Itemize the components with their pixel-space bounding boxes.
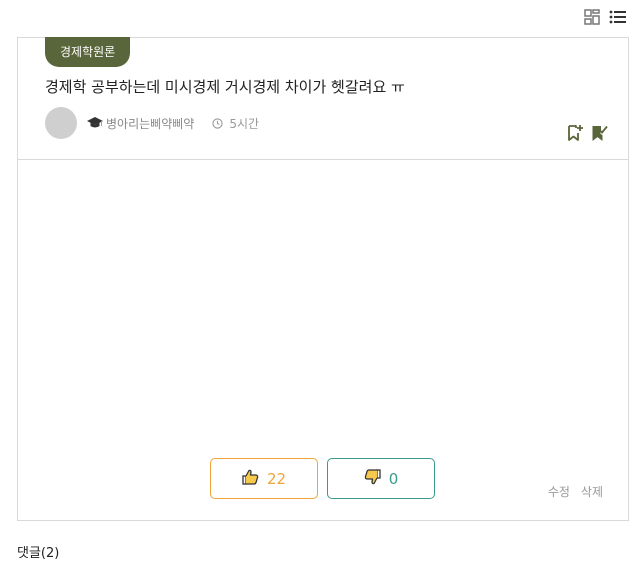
bookmark-add-icon[interactable] bbox=[566, 124, 584, 142]
graduation-cap-icon bbox=[87, 117, 103, 129]
post-card: 경제학원론 경제학 공부하는데 미시경제 거시경제 차이가 헷갈려요 ㅠ 병아리… bbox=[17, 37, 629, 521]
post-title[interactable]: 경제학 공부하는데 미시경제 거시경제 차이가 헷갈려요 ㅠ bbox=[45, 76, 405, 97]
delete-link[interactable]: 삭제 bbox=[581, 483, 603, 500]
edit-link[interactable]: 수정 bbox=[548, 483, 570, 500]
dislike-count: 0 bbox=[388, 469, 399, 488]
clock-icon bbox=[212, 117, 223, 129]
author-name: 병아리는삐약삐약 bbox=[106, 116, 195, 131]
view-toggle bbox=[583, 8, 627, 26]
thumbs-up-icon bbox=[242, 469, 259, 489]
category-tag[interactable]: 경제학원론 bbox=[45, 37, 131, 67]
edit-links: 수정 삭제 bbox=[548, 483, 603, 500]
like-count: 22 bbox=[266, 469, 287, 488]
like-button[interactable]: 22 bbox=[210, 458, 318, 499]
dislike-button[interactable]: 0 bbox=[327, 458, 435, 499]
post-meta: 병아리는삐약삐약 5시간 bbox=[45, 107, 259, 139]
post-actions bbox=[566, 124, 608, 142]
avatar[interactable] bbox=[45, 107, 77, 139]
bookmark-check-icon[interactable] bbox=[590, 124, 608, 142]
thumbs-down-icon bbox=[364, 468, 381, 489]
list-view-icon[interactable] bbox=[609, 8, 627, 26]
content-divider bbox=[18, 159, 628, 160]
time-label: 5시간 bbox=[229, 116, 260, 131]
post-time: 5시간 bbox=[212, 115, 259, 132]
grid-view-icon[interactable] bbox=[583, 8, 601, 26]
author-info[interactable]: 병아리는삐약삐약 bbox=[87, 115, 194, 132]
comments-heading: 댓글(2) bbox=[17, 546, 60, 561]
